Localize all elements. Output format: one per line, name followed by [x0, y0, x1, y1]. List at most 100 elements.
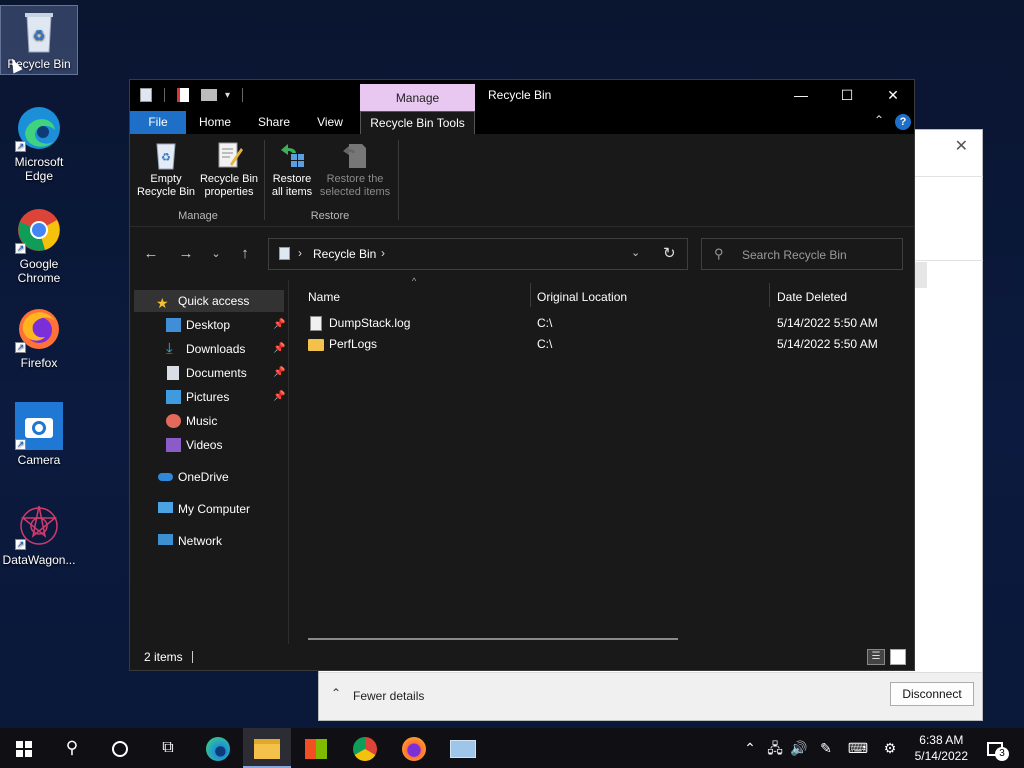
divider: [915, 260, 983, 261]
sidebar-item-downloads[interactable]: ⤓ Downloads 📌: [134, 338, 285, 360]
taskbar-monitor-app-icon[interactable]: [439, 728, 487, 768]
column-header-date-deleted[interactable]: Date Deleted: [777, 286, 907, 308]
large-icons-view-icon[interactable]: [890, 649, 906, 665]
volume-icon[interactable]: 🔊: [788, 728, 810, 768]
column-header-name[interactable]: Name: [308, 286, 528, 308]
search-input[interactable]: Search Recycle Bin: [742, 248, 847, 262]
tab-file[interactable]: File: [130, 111, 186, 134]
restore-selected-items-button[interactable]: Restore the selected items: [318, 140, 392, 199]
sidebar-item-documents[interactable]: Documents 📌: [134, 362, 285, 384]
chrome-icon: ↗: [15, 206, 63, 254]
tab-view[interactable]: View: [308, 111, 352, 134]
sidebar-item-desktop[interactable]: Desktop 📌: [134, 314, 285, 336]
pin-icon[interactable]: 📌: [273, 314, 285, 336]
breadcrumb-chevron-icon[interactable]: ›: [381, 246, 385, 260]
details-view-icon[interactable]: ☰: [867, 649, 885, 665]
file-row[interactable]: DumpStack.log C:\ 5/14/2022 5:50 AM: [306, 313, 906, 334]
sidebar-item-network[interactable]: Network: [134, 530, 284, 552]
collapse-ribbon-icon[interactable]: ⌃: [874, 113, 884, 127]
pin-icon[interactable]: 📌: [273, 338, 285, 360]
desktop-icon-datawagon[interactable]: ↗ DataWagon...: [0, 502, 78, 567]
video-icon: [166, 438, 181, 452]
network-status-icon[interactable]: 🖧: [764, 728, 786, 768]
recent-locations-chevron-icon[interactable]: ⌄: [205, 243, 227, 265]
pane-splitter[interactable]: [288, 280, 289, 644]
recycle-bin-properties-button[interactable]: Recycle Bin properties: [198, 140, 260, 199]
desktop-icon-edge[interactable]: ↗ Microsoft Edge: [4, 104, 74, 183]
sidebar-item-quick-access[interactable]: ★ Quick access: [134, 290, 284, 312]
taskbar-store-icon[interactable]: [292, 728, 340, 768]
pin-icon[interactable]: 📌: [273, 362, 285, 384]
breadcrumb-recycle-bin[interactable]: Recycle Bin: [313, 247, 376, 261]
customize-dropdown-icon[interactable]: ▾: [225, 90, 230, 101]
search-box[interactable]: ⚲ Search Recycle Bin: [701, 238, 903, 270]
sidebar-item-my-computer[interactable]: My Computer: [134, 498, 284, 520]
settings-gear-icon[interactable]: ⚙: [878, 728, 902, 768]
file-row[interactable]: PerfLogs C:\ 5/14/2022 5:50 AM: [306, 334, 906, 355]
divider: [398, 140, 399, 220]
tab-share[interactable]: Share: [250, 111, 298, 134]
sidebar-label: OneDrive: [178, 470, 229, 484]
document-icon: [167, 366, 179, 380]
show-hidden-icons-chevron[interactable]: ⌃: [740, 728, 760, 768]
button-label: properties: [204, 186, 254, 198]
up-arrow-icon[interactable]: ↑: [234, 243, 256, 265]
close-button[interactable]: ✕: [870, 80, 916, 111]
horizontal-scrollbar[interactable]: [308, 638, 678, 640]
chevron-up-icon[interactable]: ⌃: [331, 686, 341, 700]
sidebar-item-music[interactable]: Music: [134, 410, 284, 432]
restore-all-icon: [277, 140, 307, 170]
breadcrumb-chevron-icon[interactable]: ›: [298, 246, 302, 260]
sort-arrow-icon: ^: [412, 276, 417, 286]
taskbar-firefox-icon[interactable]: [390, 728, 438, 768]
desktop-icon-firefox[interactable]: ↗ Firefox: [4, 305, 74, 370]
star-icon: ★: [156, 295, 169, 311]
tab-manage-contextual[interactable]: Manage: [360, 84, 475, 111]
notification-center-icon[interactable]: 3: [980, 728, 1010, 768]
restore-all-items-button[interactable]: Restore all items: [268, 140, 316, 199]
refresh-icon[interactable]: ↻: [663, 244, 676, 262]
sidebar-item-videos[interactable]: Videos: [134, 434, 284, 456]
taskbar-chrome-icon[interactable]: [341, 728, 389, 768]
file-location: C:\: [537, 337, 553, 351]
keyboard-icon[interactable]: ⌨: [844, 728, 872, 768]
maximize-button[interactable]: ☐: [824, 80, 870, 111]
item-count: 2 items: [144, 650, 183, 664]
desktop-icon-camera[interactable]: ↗ Camera: [4, 402, 74, 467]
column-header-original-location[interactable]: Original Location: [537, 286, 767, 308]
sidebar-item-pictures[interactable]: Pictures 📌: [134, 386, 285, 408]
taskbar-file-explorer-icon[interactable]: [243, 728, 291, 768]
new-folder-icon[interactable]: [201, 89, 217, 101]
search-icon[interactable]: ⚲: [48, 728, 96, 768]
svg-text:♻: ♻: [161, 151, 171, 164]
disconnect-button[interactable]: Disconnect: [890, 682, 974, 706]
column-divider[interactable]: [769, 283, 770, 307]
address-dropdown-icon[interactable]: ⌄: [631, 246, 640, 259]
close-icon[interactable]: ✕: [955, 136, 968, 156]
pen-icon[interactable]: ✎: [814, 728, 838, 768]
clock[interactable]: 6:38 AM 5/14/2022: [915, 732, 968, 764]
pin-icon[interactable]: 📌: [273, 386, 285, 408]
help-icon[interactable]: ?: [895, 114, 911, 130]
address-bar[interactable]: › Recycle Bin › ⌄ ↻: [268, 238, 688, 270]
sidebar-item-onedrive[interactable]: OneDrive: [134, 466, 284, 488]
cortana-icon[interactable]: [96, 728, 144, 768]
back-arrow-icon[interactable]: ←: [140, 243, 162, 265]
taskbar-edge-icon[interactable]: [194, 728, 242, 768]
fewer-details-toggle[interactable]: Fewer details: [353, 689, 424, 703]
tab-recycle-bin-tools[interactable]: Recycle Bin Tools: [360, 111, 475, 134]
start-button[interactable]: [0, 728, 48, 768]
tab-home[interactable]: Home: [192, 111, 238, 134]
properties-icon[interactable]: [177, 88, 189, 102]
forward-arrow-icon[interactable]: →: [175, 243, 197, 265]
desktop-icon-chrome[interactable]: ↗ Google Chrome: [4, 206, 74, 285]
network-icon: [158, 534, 173, 545]
panel-tab: [915, 262, 927, 288]
divider: [264, 140, 265, 220]
empty-recycle-bin-button[interactable]: ♻ Empty Recycle Bin: [136, 140, 196, 199]
column-divider[interactable]: [530, 283, 531, 307]
minimize-button[interactable]: —: [778, 80, 824, 111]
file-date: 5/14/2022 5:50 AM: [777, 337, 878, 351]
task-view-icon[interactable]: ⧉: [144, 728, 192, 768]
restore-selected-icon: [340, 140, 370, 170]
